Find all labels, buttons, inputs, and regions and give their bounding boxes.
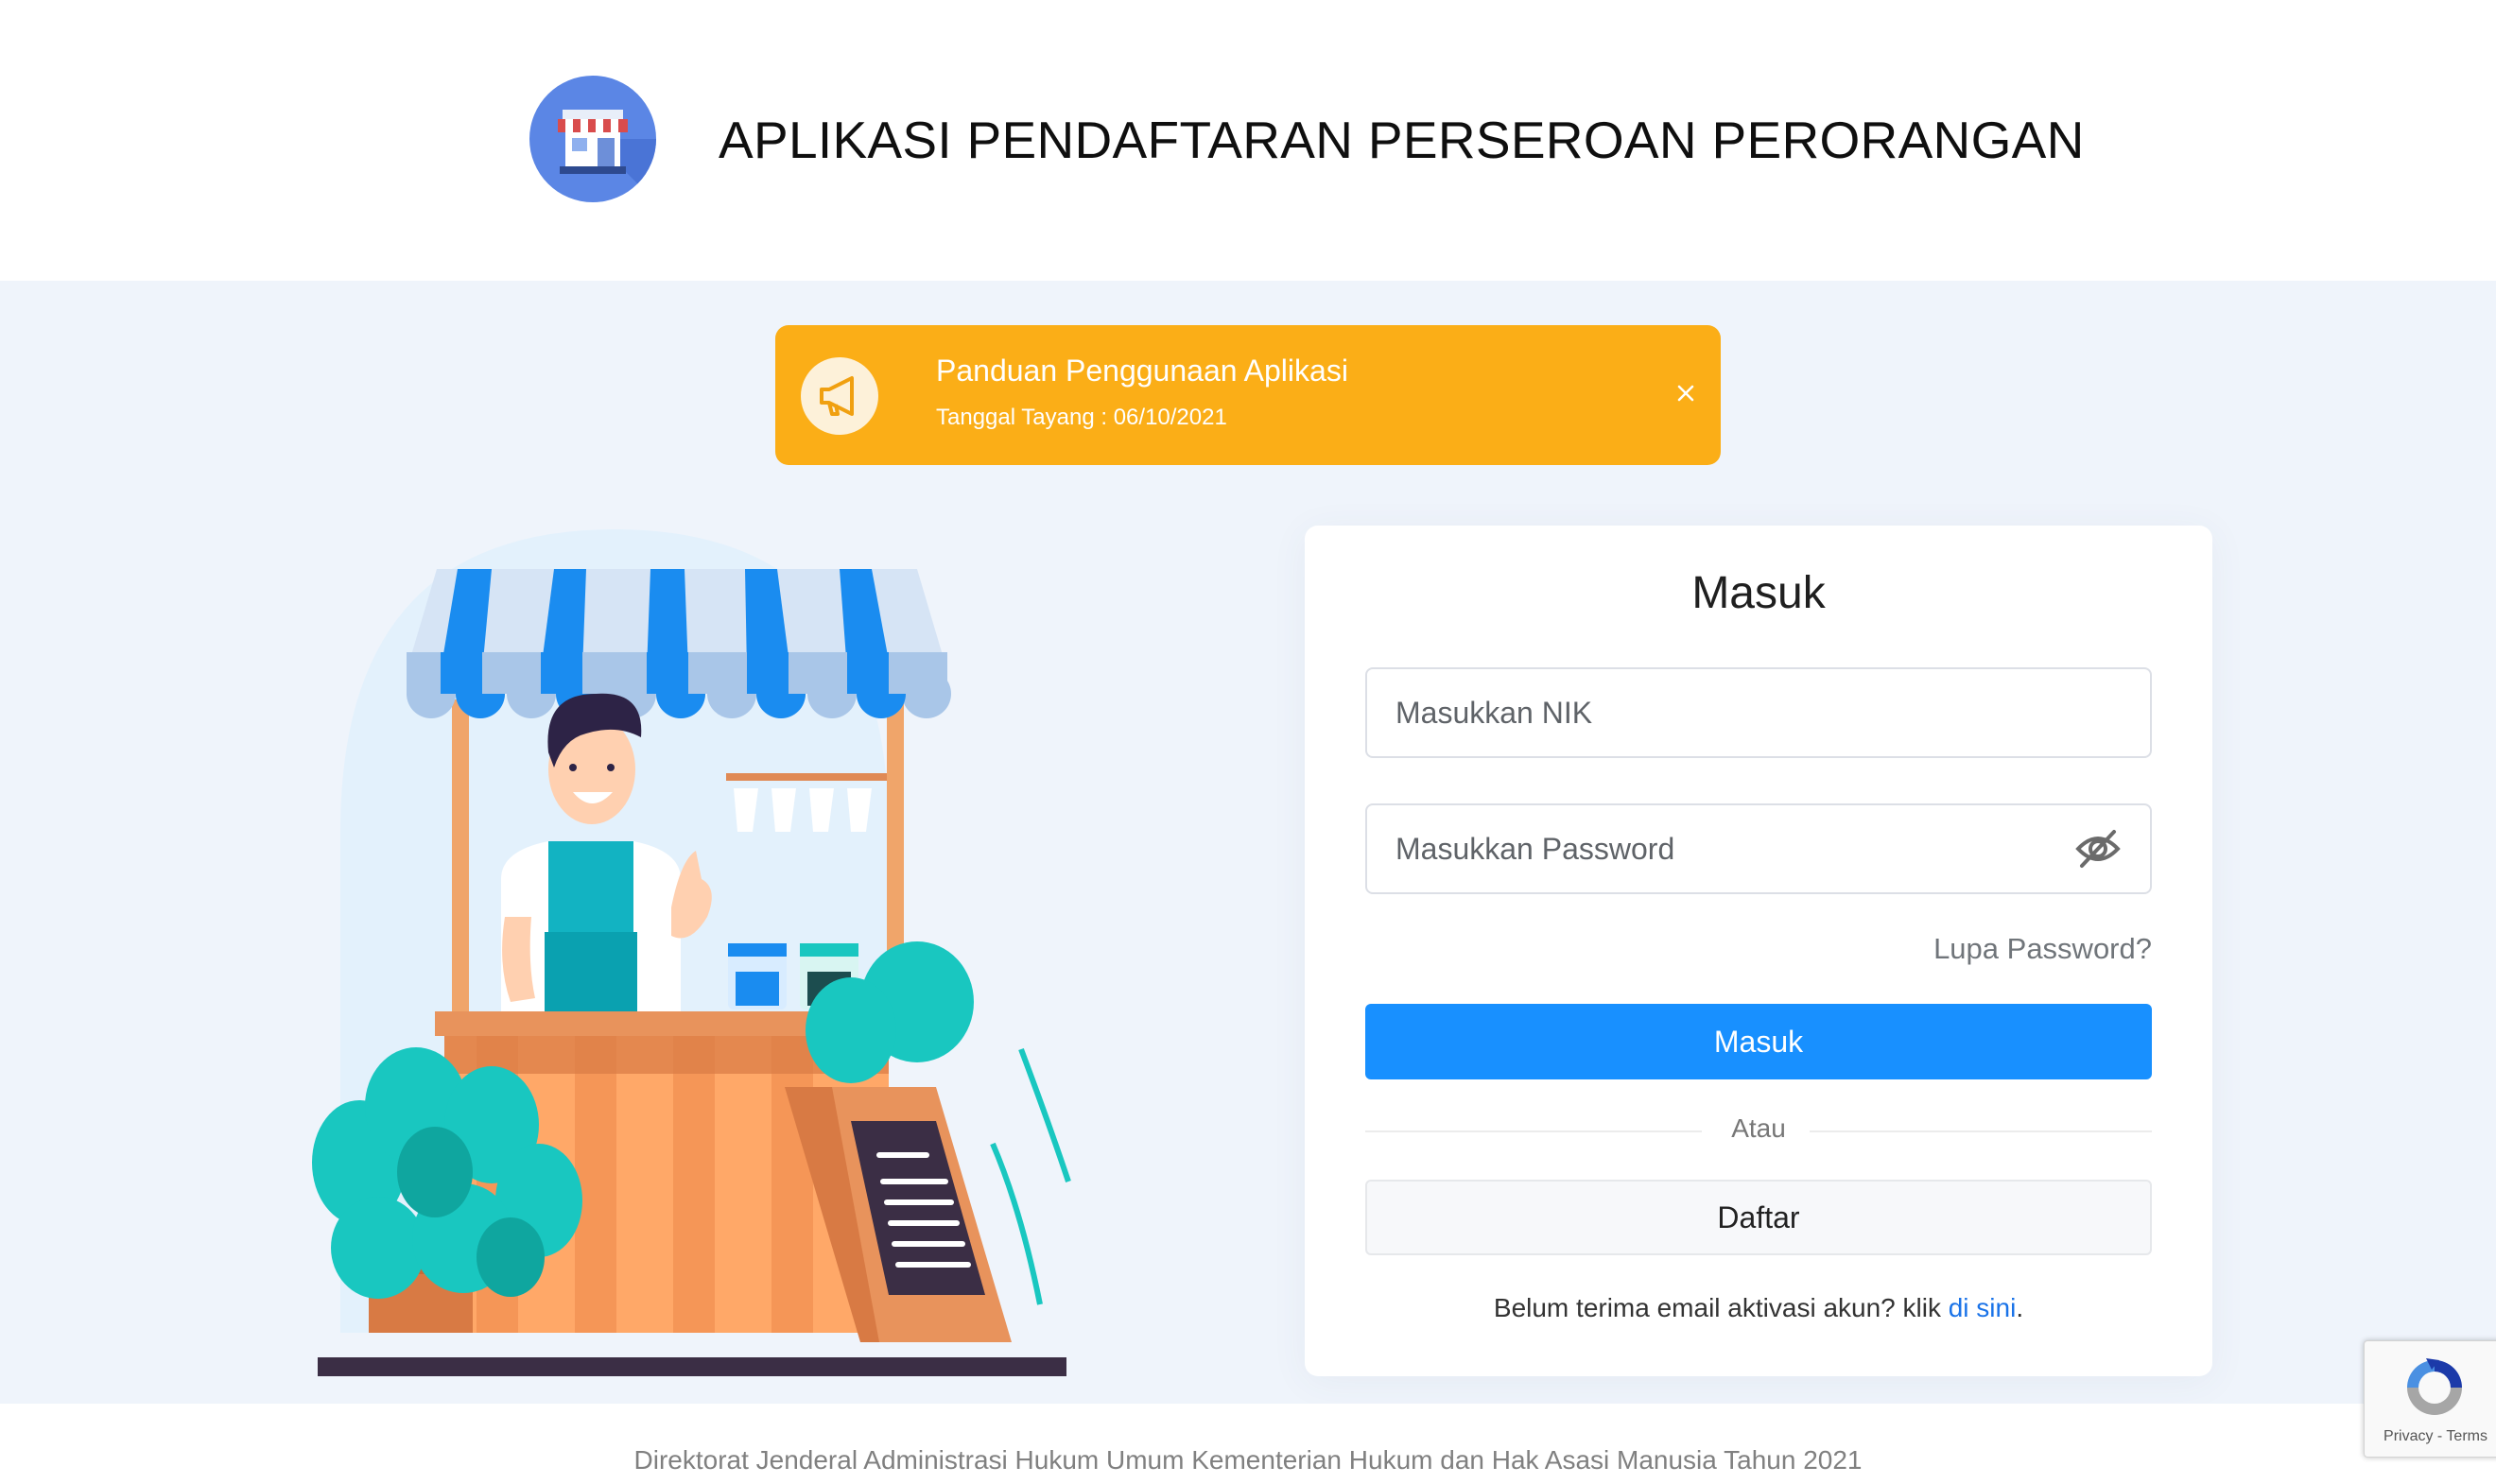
eye-slash-icon[interactable] (2074, 828, 2122, 870)
recaptcha-icon (2400, 1353, 2470, 1423)
activation-note: Belum terima email aktivasi akun? klik d… (1305, 1293, 2212, 1323)
nik-input[interactable] (1395, 669, 2095, 756)
footer-text: Direktorat Jenderal Administrasi Hukum U… (633, 1445, 1863, 1475)
activation-link[interactable]: di sini (1949, 1293, 2017, 1322)
login-title: Masuk (1691, 568, 1826, 618)
storefront-logo-icon (529, 76, 656, 202)
password-field[interactable] (1365, 803, 2152, 894)
recaptcha-links[interactable]: Privacy - Terms (2365, 1428, 2496, 1445)
announcement-title[interactable]: Panduan Penggunaan Aplikasi (936, 354, 1348, 388)
login-card: Masuk Lupa Password? Masuk Atau Daftar B… (1305, 526, 2212, 1376)
footer: Direktorat Jenderal Administrasi Hukum U… (0, 1404, 2496, 1484)
divider-label: Atau (1731, 1113, 1786, 1143)
activation-text: Belum terima email aktivasi akun? klik (1493, 1293, 1949, 1322)
announcement-banner[interactable]: Panduan Penggunaan Aplikasi Tanggal Taya… (775, 325, 1721, 465)
divider-line (1810, 1130, 2152, 1132)
forgot-password-link[interactable]: Lupa Password? (1933, 932, 2152, 966)
shop-vendor-illustration (274, 520, 1106, 1389)
recaptcha-badge[interactable]: Privacy - Terms (2364, 1340, 2496, 1458)
activation-suffix: . (2016, 1293, 2024, 1322)
announcement-date: Tanggal Tayang : 06/10/2021 (936, 405, 1227, 430)
header: APLIKASI PENDAFTARAN PERSEROAN PERORANGA… (0, 0, 2496, 281)
megaphone-icon (801, 357, 878, 435)
app-title: APLIKASI PENDAFTARAN PERSEROAN PERORANGA… (719, 111, 2085, 169)
close-icon[interactable] (1667, 374, 1705, 412)
register-button[interactable]: Daftar (1365, 1180, 2152, 1255)
login-button[interactable]: Masuk (1365, 1004, 2152, 1079)
password-input[interactable] (1395, 805, 2095, 892)
nik-field[interactable] (1365, 667, 2152, 758)
